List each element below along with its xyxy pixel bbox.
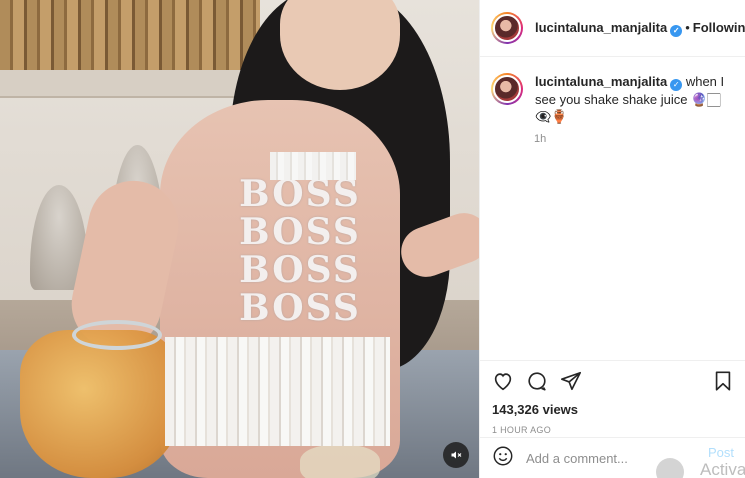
caption-username[interactable]: lucintaluna_manjalita: [535, 74, 667, 89]
post-side-panel: lucintaluna_manjalita✓•Following ••• luc…: [479, 0, 745, 478]
heart-icon[interactable]: [492, 370, 514, 392]
post-media-video[interactable]: BOSS BOSS BOSS BOSS: [0, 0, 479, 478]
bamboo-decor: [0, 0, 260, 75]
post-header: lucintaluna_manjalita✓•Following •••: [480, 0, 745, 57]
shirt-print-line: BOSS: [239, 249, 361, 291]
view-count[interactable]: 143,326 views: [492, 402, 734, 417]
username-link[interactable]: lucintaluna_manjalita: [535, 20, 667, 35]
post-author: lucintaluna_manjalita✓•Following: [535, 20, 745, 37]
caption-row: lucintaluna_manjalita ✓ when I see you sh…: [480, 57, 745, 125]
shirt-print-line: BOSS: [239, 287, 361, 329]
caption-time: 1h: [534, 133, 547, 145]
volume-muted-icon[interactable]: [443, 442, 469, 468]
shirt-print-line: BOSS: [239, 173, 361, 215]
avatar[interactable]: [491, 12, 523, 44]
following-button[interactable]: Following: [693, 20, 745, 35]
verified-badge-icon: ✓: [670, 79, 683, 91]
shirt-print: BOSS BOSS BOSS BOSS: [215, 175, 385, 327]
pitcher-rim: [72, 320, 162, 350]
emoji-icon[interactable]: [492, 445, 514, 472]
shirt-print-line: BOSS: [239, 211, 361, 253]
post-timestamp: 1 HOUR AGO: [492, 425, 552, 435]
avatar[interactable]: [491, 73, 523, 105]
share-icon[interactable]: [560, 370, 582, 392]
bookmark-icon[interactable]: [712, 370, 734, 392]
caption: lucintaluna_manjalita ✓ when I see you sh…: [535, 73, 735, 125]
separator-dot: •: [685, 19, 690, 35]
post-actions: 143,326 views 1 HOUR AGO: [480, 360, 745, 435]
juice-pitcher: [20, 330, 180, 478]
comment-icon[interactable]: [526, 370, 548, 392]
verified-badge-icon: ✓: [670, 24, 683, 37]
activation-watermark: Activa: [700, 460, 745, 478]
censor-block: [165, 337, 390, 446]
censor-block: [270, 152, 356, 180]
post-button[interactable]: Post: [708, 445, 734, 460]
overlay-icon: [656, 458, 684, 478]
drinking-glass: [300, 445, 380, 478]
action-icons: [492, 369, 734, 393]
